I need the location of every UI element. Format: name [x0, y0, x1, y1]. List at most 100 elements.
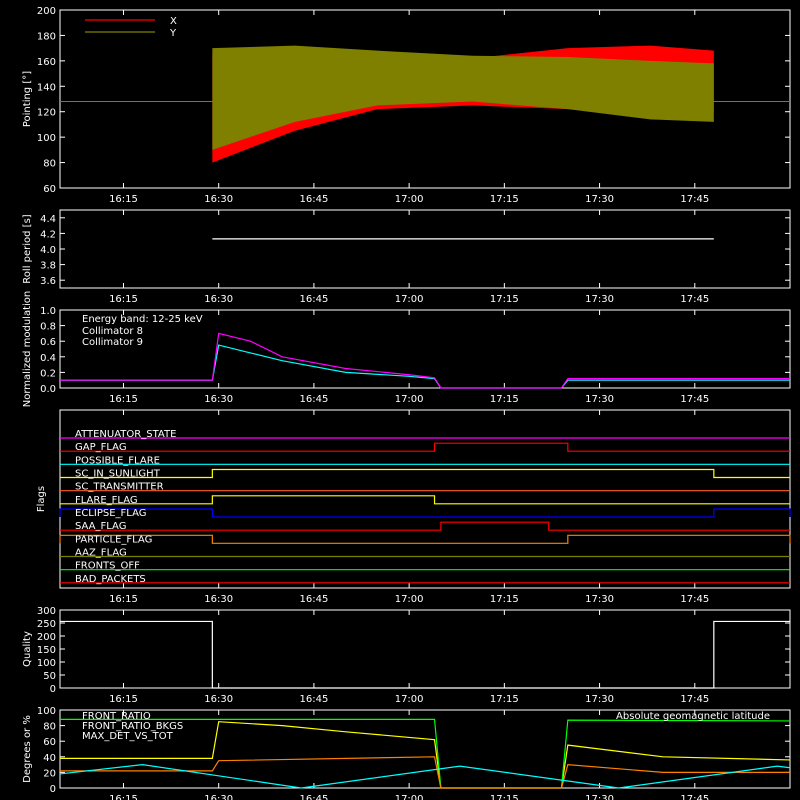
y-axis-label: Quality — [22, 631, 33, 667]
x-tick-label: 17:30 — [585, 194, 614, 205]
y-tick-label: 0.0 — [40, 384, 56, 395]
ratio-legend-label: Absolute geomagnetic latitude — [616, 711, 770, 722]
modulation-line — [60, 344, 790, 389]
y-tick-label: 3.8 — [40, 261, 56, 272]
y-tick-label: 4.2 — [40, 229, 56, 240]
y-tick-label: 80 — [43, 159, 56, 170]
y-tick-label: 20 — [43, 768, 56, 779]
y-tick-label: 200 — [37, 6, 56, 17]
y-axis-label: Normalized modulation — [22, 291, 33, 408]
y-tick-label: 160 — [37, 57, 56, 68]
flag-label-FLARE_FLAG: FLARE_FLAG — [75, 495, 138, 506]
flag-label-SC_TRANSMITTER: SC_TRANSMITTER — [75, 482, 164, 493]
y-axis-label: Pointing [°] — [22, 71, 33, 127]
y-tick-label: 180 — [37, 31, 56, 42]
x-tick-label: 17:30 — [585, 294, 614, 305]
x-tick-label: 16:45 — [299, 294, 328, 305]
flag-label-ECLIPSE_FLAG: ECLIPSE_FLAG — [75, 508, 146, 519]
y-tick-label: 3.6 — [40, 276, 56, 287]
flag-line-FLARE_FLAG — [60, 495, 790, 505]
legend-label-Y: Y — [169, 28, 177, 39]
quality-line — [60, 620, 790, 689]
y-tick-label: 0.2 — [40, 368, 56, 379]
x-tick-label: 17:00 — [395, 194, 424, 205]
x-tick-label: 17:45 — [680, 594, 709, 605]
x-tick-label: 16:45 — [299, 794, 328, 800]
y-tick-label: 100 — [37, 706, 56, 717]
x-tick-label: 17:45 — [680, 294, 709, 305]
x-tick-label: 17:15 — [490, 194, 519, 205]
y-tick-label: 0.6 — [40, 337, 56, 348]
y-axis-label: Degrees or % — [22, 715, 33, 783]
y-tick-label: 0 — [50, 784, 56, 795]
legend-label-X: X — [170, 16, 177, 27]
x-tick-label: 17:15 — [490, 794, 519, 800]
x-tick-label: 16:30 — [204, 294, 233, 305]
x-tick-label: 17:45 — [680, 694, 709, 705]
flag-label-AAZ_FLAG: AAZ_FLAG — [75, 548, 127, 559]
x-tick-label: 17:30 — [585, 594, 614, 605]
y-tick-label: 0.8 — [40, 322, 56, 333]
x-tick-label: 16:45 — [299, 394, 328, 405]
x-tick-label: 17:45 — [680, 394, 709, 405]
x-tick-label: 17:00 — [395, 694, 424, 705]
y-tick-label: 60 — [43, 184, 56, 195]
modulation-annotation: Energy band: 12-25 keV — [82, 314, 203, 325]
flag-line-GAP_FLAG — [60, 442, 790, 452]
x-tick-label: 16:30 — [204, 794, 233, 800]
flag-line-ECLIPSE_FLAG — [59, 508, 791, 518]
flag-label-FRONTS_OFF: FRONTS_OFF — [75, 561, 140, 572]
flag-label-BAD_PACKETS: BAD_PACKETS — [75, 574, 146, 585]
flag-label-SAA_FLAG: SAA_FLAG — [75, 521, 126, 532]
x-tick-label: 16:30 — [204, 594, 233, 605]
y-tick-label: 50 — [43, 671, 56, 682]
x-tick-label: 16:15 — [109, 194, 138, 205]
x-tick-label: 16:15 — [109, 794, 138, 800]
y-axis-label: Roll period [s] — [22, 214, 33, 283]
y-tick-label: 120 — [37, 108, 56, 119]
flag-line-PARTICLE_FLAG — [59, 534, 791, 544]
y-tick-label: 150 — [37, 645, 56, 656]
x-tick-label: 16:45 — [299, 194, 328, 205]
y-tick-label: 4.4 — [40, 214, 56, 225]
x-tick-label: 16:30 — [204, 194, 233, 205]
modulation-legend-label: Collimator 8 — [82, 326, 143, 337]
flag-label-ATTENUATOR_STATE: ATTENUATOR_STATE — [75, 429, 176, 440]
y-tick-label: 300 — [37, 606, 56, 617]
x-tick-label: 16:15 — [109, 394, 138, 405]
pointing-band-Y — [212, 45, 714, 150]
x-tick-label: 17:30 — [585, 694, 614, 705]
y-tick-label: 60 — [43, 737, 56, 748]
x-tick-label: 17:45 — [680, 194, 709, 205]
x-tick-label: 16:15 — [109, 294, 138, 305]
x-tick-label: 17:30 — [585, 794, 614, 800]
y-tick-label: 80 — [43, 722, 56, 733]
flag-label-POSSIBLE_FLARE: POSSIBLE_FLARE — [75, 455, 160, 466]
ratio-legend-label: MAX_DET_VS_TOT — [82, 731, 174, 742]
y-tick-label: 250 — [37, 619, 56, 630]
modulation-legend-label: Collimator 9 — [82, 337, 143, 348]
x-tick-label: 17:15 — [490, 594, 519, 605]
y-tick-label: 0.4 — [40, 353, 56, 364]
y-tick-label: 100 — [37, 658, 56, 669]
y-tick-label: 0 — [50, 684, 56, 695]
y-tick-label: 200 — [37, 632, 56, 643]
ratio-line — [59, 763, 791, 789]
quicklook-chart: 16:15 16:30 16:45 17:00 17:15 17:30 17:45 60 80 1… — [22, 6, 791, 800]
y-tick-label: 4.0 — [40, 245, 56, 256]
x-tick-label: 17:00 — [395, 394, 424, 405]
x-tick-label: 17:15 — [490, 394, 519, 405]
x-tick-label: 17:15 — [490, 694, 519, 705]
x-tick-label: 17:45 — [680, 794, 709, 800]
ratio-line — [60, 756, 790, 789]
panel-frame-1 — [59, 209, 791, 289]
flag-label-GAP_FLAG: GAP_FLAG — [75, 442, 127, 453]
flag-label-SC_IN_SUNLIGHT: SC_IN_SUNLIGHT — [75, 469, 161, 480]
y-tick-label: 1.0 — [40, 306, 56, 317]
x-tick-label: 17:15 — [490, 294, 519, 305]
flag-line-SAA_FLAG — [60, 521, 790, 531]
x-tick-label: 17:00 — [395, 794, 424, 800]
y-tick-label: 40 — [43, 753, 56, 764]
y-tick-label: 140 — [37, 82, 56, 93]
x-tick-label: 16:30 — [204, 694, 233, 705]
